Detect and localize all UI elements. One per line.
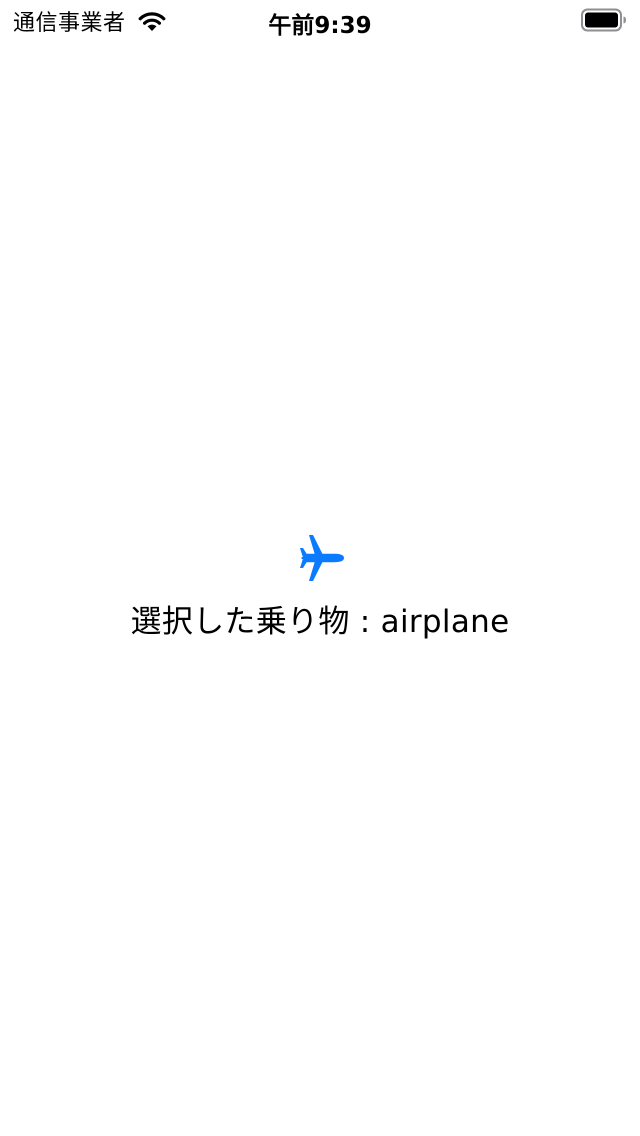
airplane-icon bbox=[300, 535, 344, 581]
screen: 通信事業者 午前9:39 選択した乗り物: airplane bbox=[0, 0, 640, 1136]
selection-display: 選択した乗り物 : airplane bbox=[0, 532, 640, 641]
selected-vehicle-label: 選択した乗り物 : airplane bbox=[130, 604, 510, 640]
status-bar: 通信事業者 午前9:39 bbox=[0, 0, 640, 40]
battery-full-icon bbox=[581, 8, 626, 32]
status-time: 午前9:39 bbox=[268, 13, 372, 39]
